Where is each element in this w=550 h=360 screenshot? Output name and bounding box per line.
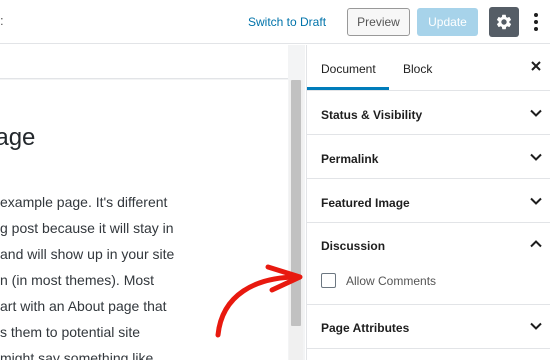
panel-title: Featured Image bbox=[321, 196, 410, 210]
paragraph-line: might say something like bbox=[0, 350, 154, 360]
chevron-down-icon bbox=[530, 153, 542, 161]
panel-title: Page Attributes bbox=[321, 321, 410, 335]
paragraph-line: n (in most themes). Most bbox=[0, 272, 155, 288]
allow-comments-checkbox[interactable] bbox=[321, 273, 336, 288]
panel-permalink[interactable]: Permalink bbox=[307, 136, 550, 179]
active-tab-indicator bbox=[307, 87, 389, 90]
partial-title-text: : bbox=[0, 13, 4, 28]
sidebar-tabs: Document Block bbox=[307, 45, 550, 91]
chevron-down-icon bbox=[530, 197, 542, 205]
panel-featured-image[interactable]: Featured Image bbox=[307, 180, 550, 223]
chevron-up-icon[interactable] bbox=[529, 237, 543, 251]
tab-block[interactable]: Block bbox=[403, 62, 432, 76]
panel-page-attributes[interactable]: Page Attributes bbox=[307, 306, 550, 349]
panel-title: Permalink bbox=[321, 152, 379, 166]
paragraph-line: example page. It's different bbox=[0, 194, 168, 210]
close-icon[interactable] bbox=[529, 59, 543, 73]
editor-subheader bbox=[0, 45, 288, 79]
settings-button[interactable] bbox=[489, 7, 519, 37]
paragraph-line: and will show up in your site bbox=[0, 246, 175, 262]
preview-button[interactable]: Preview bbox=[347, 8, 410, 36]
settings-sidebar: Document Block Status & Visibility Perma… bbox=[306, 45, 550, 360]
panel-discussion: Discussion bbox=[307, 224, 550, 305]
chevron-down-icon bbox=[530, 322, 542, 330]
vertical-ellipsis-icon bbox=[534, 13, 538, 31]
paragraph-line: art with an About page that bbox=[0, 298, 167, 314]
panel-title: Status & Visibility bbox=[321, 108, 423, 122]
top-toolbar: : Switch to Draft Preview Update bbox=[0, 0, 550, 44]
more-options-button[interactable] bbox=[527, 8, 545, 36]
panel-title[interactable]: Discussion bbox=[321, 239, 385, 253]
update-button[interactable]: Update bbox=[417, 8, 478, 36]
gear-icon bbox=[496, 14, 512, 30]
panel-status-visibility[interactable]: Status & Visibility bbox=[307, 92, 550, 135]
allow-comments-label[interactable]: Allow Comments bbox=[346, 274, 436, 288]
page-title[interactable]: le Page bbox=[0, 124, 35, 152]
tab-document[interactable]: Document bbox=[321, 62, 376, 76]
paragraph-line: s them to potential site bbox=[0, 324, 141, 340]
switch-to-draft-link[interactable]: Switch to Draft bbox=[248, 15, 326, 29]
red-arrow-icon bbox=[215, 264, 303, 338]
chevron-down-icon bbox=[530, 109, 542, 117]
paragraph-line: g post because it will stay in bbox=[0, 220, 174, 236]
